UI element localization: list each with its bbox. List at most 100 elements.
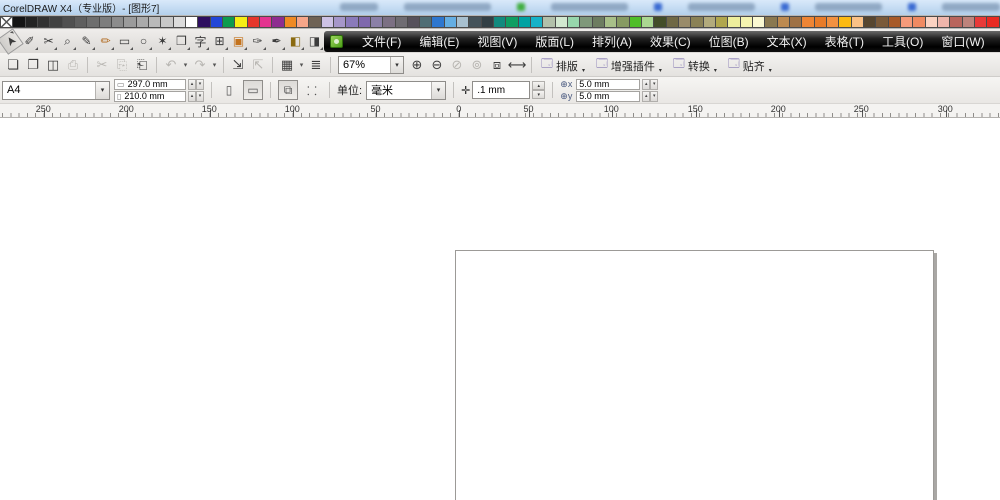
color-swatch[interactable] xyxy=(653,16,667,28)
zoom-tool[interactable]: ⌕ xyxy=(58,32,77,51)
color-swatch[interactable] xyxy=(332,16,347,28)
cut-button[interactable]: ✂ xyxy=(93,56,111,74)
zoom-level-combobox[interactable]: 67% ▾ xyxy=(338,55,404,74)
freehand-tool[interactable]: ✎ xyxy=(77,32,96,51)
landscape-button[interactable]: ▭ xyxy=(243,80,263,100)
color-swatch[interactable] xyxy=(924,16,938,28)
all-pages-button[interactable]: ⧉ xyxy=(278,80,298,100)
undo-button[interactable]: ↶ xyxy=(162,56,180,74)
color-swatch[interactable] xyxy=(394,16,408,28)
color-swatch[interactable] xyxy=(61,16,75,28)
color-swatch[interactable] xyxy=(357,16,371,28)
color-swatch[interactable] xyxy=(715,16,729,28)
snap-button[interactable]: 🗔 贴齐 ▾ xyxy=(724,53,777,77)
fill-tool[interactable]: ◧ xyxy=(286,32,305,51)
crop-tool[interactable]: ✂ xyxy=(39,32,58,51)
color-swatch[interactable] xyxy=(850,16,864,28)
zoom-to-all-button[interactable]: ⊚ xyxy=(468,56,486,74)
color-swatch[interactable] xyxy=(862,16,877,28)
redo-button[interactable]: ↷ xyxy=(191,56,209,74)
app-launcher-dropdown-icon[interactable]: ▾ xyxy=(298,61,305,69)
zoom-to-selection-button[interactable]: ⊘ xyxy=(448,56,466,74)
color-swatch[interactable] xyxy=(345,16,359,28)
menu-item[interactable]: 表格(T) xyxy=(816,31,873,52)
color-swatch[interactable] xyxy=(838,16,852,28)
convert-button[interactable]: 🗔 转换 ▾ xyxy=(669,53,722,77)
print-button[interactable]: ⎙ xyxy=(64,56,82,74)
color-swatch[interactable] xyxy=(789,16,803,28)
paper-type-combobox[interactable]: A4 ▾ xyxy=(2,80,110,100)
paper-width-field[interactable]: ▭ 297.0 mm xyxy=(114,78,186,90)
color-swatch[interactable] xyxy=(110,16,125,28)
color-swatch[interactable] xyxy=(197,16,211,28)
color-swatch[interactable] xyxy=(209,16,223,28)
color-swatch[interactable] xyxy=(382,16,396,28)
color-swatch[interactable] xyxy=(258,16,273,28)
color-swatch[interactable] xyxy=(899,16,914,28)
basic-shapes-tool[interactable]: ❒ xyxy=(172,32,191,51)
color-swatch[interactable] xyxy=(456,16,470,28)
paper-width-spinner[interactable]: ▴ ▾ xyxy=(188,78,204,90)
polygon-tool[interactable]: ✶ xyxy=(153,32,172,51)
color-swatch[interactable] xyxy=(554,16,569,28)
color-swatch[interactable] xyxy=(616,16,630,28)
color-swatch[interactable] xyxy=(86,16,100,28)
ellipse-tool[interactable]: ○ xyxy=(134,32,153,51)
duplicate-x-spinner[interactable]: ▴ ▾ xyxy=(642,78,659,90)
units-combobox[interactable]: 毫米 ▾ xyxy=(366,80,447,100)
duplicate-x-field[interactable]: 5.0 mm xyxy=(576,78,641,90)
horizontal-ruler[interactable]: 250 200 150 100 50 0 50 100 150 200 250 300 xyxy=(0,104,1000,118)
menu-item[interactable]: 编辑(E) xyxy=(410,31,468,52)
color-swatch[interactable] xyxy=(530,16,544,28)
current-page-button[interactable]: ⸬ xyxy=(302,80,322,100)
no-color-swatch[interactable] xyxy=(0,16,14,28)
menu-item[interactable]: 文件(F) xyxy=(353,31,410,52)
color-swatch[interactable] xyxy=(123,16,137,28)
menu-item[interactable]: 效果(C) xyxy=(641,31,700,52)
eyedropper-tool[interactable]: ✑ xyxy=(248,32,267,51)
page[interactable] xyxy=(455,250,934,500)
paste-button[interactable]: ⎗ xyxy=(133,56,151,74)
color-swatch[interactable] xyxy=(283,16,297,28)
color-swatch[interactable] xyxy=(579,16,593,28)
canvas[interactable] xyxy=(0,118,1000,500)
color-swatch[interactable] xyxy=(419,16,433,28)
undo-dropdown-icon[interactable]: ▾ xyxy=(182,61,189,69)
table-tool[interactable]: ⊞ xyxy=(210,32,229,51)
color-swatch[interactable] xyxy=(912,16,926,28)
color-swatch[interactable] xyxy=(567,16,581,28)
color-swatch[interactable] xyxy=(24,16,38,28)
portrait-button[interactable]: ▯ xyxy=(219,80,239,100)
nudge-offset-spinner[interactable]: ▴ ▾ xyxy=(532,81,546,99)
color-swatch[interactable] xyxy=(690,16,704,28)
color-swatch[interactable] xyxy=(271,16,285,28)
color-swatch[interactable] xyxy=(887,16,901,28)
paper-height-field[interactable]: ▯ 210.0 mm xyxy=(114,90,186,102)
color-swatch[interactable] xyxy=(221,16,236,28)
save-button[interactable]: ◫ xyxy=(44,56,62,74)
color-swatch[interactable] xyxy=(764,16,778,28)
color-swatch[interactable] xyxy=(739,16,754,28)
color-swatch[interactable] xyxy=(986,16,1000,28)
color-swatch[interactable] xyxy=(517,16,532,28)
export-button[interactable]: ⇱ xyxy=(249,56,267,74)
color-swatch[interactable] xyxy=(628,16,643,28)
color-swatch[interactable] xyxy=(308,16,322,28)
color-swatch[interactable] xyxy=(480,16,495,28)
rectangle-tool[interactable]: ▭ xyxy=(115,32,134,51)
welcome-screen-button[interactable]: ≣ xyxy=(307,56,325,74)
color-swatch[interactable] xyxy=(98,16,112,28)
menu-item[interactable]: 版面(L) xyxy=(526,31,583,52)
color-swatch[interactable] xyxy=(135,16,149,28)
color-swatch[interactable] xyxy=(678,16,692,28)
copy-button[interactable]: ⎘ xyxy=(113,56,131,74)
color-swatch[interactable] xyxy=(36,16,51,28)
color-swatch[interactable] xyxy=(295,16,310,28)
color-swatch[interactable] xyxy=(505,16,519,28)
menu-item[interactable]: 帮助(H) xyxy=(994,31,1000,52)
color-swatch[interactable] xyxy=(825,16,840,28)
chevron-down-icon[interactable]: ▾ xyxy=(390,56,403,73)
color-swatch[interactable] xyxy=(443,16,458,28)
zoom-out-button[interactable]: ⊖ xyxy=(428,56,446,74)
color-swatch[interactable] xyxy=(752,16,766,28)
